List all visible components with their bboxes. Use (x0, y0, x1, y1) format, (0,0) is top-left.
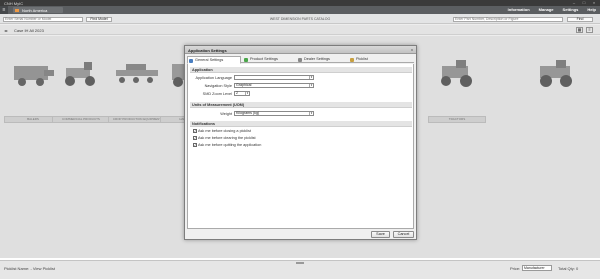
general-settings-panel: Application Application Language ▾ Navig… (187, 64, 414, 229)
menu-help[interactable]: Help (587, 7, 596, 12)
chevron-down-icon: ▾ (309, 111, 313, 115)
tab-picklist[interactable]: Picklist (349, 56, 383, 63)
catalog-title: WEST DIMENSION PARTS CATALOG (269, 17, 331, 21)
gear-icon (189, 58, 193, 63)
language-select[interactable]: ▾ (234, 75, 314, 80)
minimize-icon[interactable]: – (570, 0, 578, 5)
price-select[interactable]: Manufacturer (522, 265, 552, 271)
navstyle-label: Navigation Style (204, 84, 232, 88)
top-navbar: ≡ North America Information Manage Setti… (0, 6, 600, 14)
dialog-titlebar: Application Settings x (185, 46, 416, 54)
find-part-button[interactable]: Find (567, 16, 593, 22)
save-button[interactable]: Save (371, 231, 390, 238)
maximize-icon[interactable]: □ (580, 0, 588, 5)
top-menu: Information Manage Settings Help (508, 7, 596, 12)
search-bar: Enter Serial Number or Model Find Model … (0, 14, 600, 24)
checkbox-label: Ask me before quitting the application (198, 143, 262, 147)
checkbox-checked-icon[interactable]: ✓ (193, 129, 197, 133)
dialog-close-icon[interactable]: x (411, 47, 413, 52)
region-label: North America (22, 7, 48, 13)
weight-label: Weight (220, 112, 232, 116)
notify-quit-app-checkbox[interactable]: ✓Ask me before quitting the application (193, 143, 261, 147)
flag-icon (15, 8, 19, 12)
settings-tabs: General Settings Product Settings Dealer… (187, 56, 414, 64)
tab-label: General Settings (195, 58, 224, 62)
home-icon[interactable]: ≡ (0, 6, 8, 14)
picklist-icon (350, 57, 354, 62)
application-settings-dialog: Application Settings x General Settings … (184, 45, 417, 240)
section-units: Units of Measurement (UOM) (190, 102, 412, 108)
notify-close-picklist-checkbox[interactable]: ✓Ask me before closing a picklist (193, 129, 251, 133)
product-icon (244, 57, 248, 62)
tab-general-settings[interactable]: General Settings (187, 56, 241, 64)
chevron-down-icon: ▾ (309, 83, 313, 87)
checkbox-label: Ask me before closing a picklist (198, 129, 251, 133)
checkbox-checked-icon[interactable]: ✓ (193, 143, 197, 147)
total-qty: Total Qty: 0 (558, 266, 579, 271)
tab-label: Product Settings (250, 57, 278, 61)
checkbox-checked-icon[interactable]: ✓ (193, 136, 197, 140)
resize-grip-icon[interactable] (296, 262, 304, 264)
part-search-input[interactable]: Enter Part Number, Description or Figure (453, 16, 563, 22)
region-selector[interactable]: North America (13, 7, 63, 13)
zoom-value: 2 (236, 91, 238, 95)
status-bar: Picklist Name: - View Picklist Price: Ma… (0, 260, 600, 279)
menu-settings[interactable]: Settings (563, 7, 579, 12)
navstyle-value: Graphical (236, 83, 252, 87)
tab-label: Picklist (356, 57, 368, 61)
zoom-label: SMD Zoom Level (202, 92, 232, 96)
checkbox-label: Ask me before clearing the picklist (198, 136, 256, 140)
cancel-button[interactable]: Cancel (393, 231, 414, 238)
dealer-icon (298, 57, 302, 62)
weight-select[interactable]: Kilograms (kg) ▾ (234, 111, 314, 116)
zoom-select[interactable]: 2 ▾ (234, 91, 250, 96)
tab-dealer-settings[interactable]: Dealer Settings (297, 56, 347, 63)
serial-search-input[interactable]: Enter Serial Number or Model (3, 16, 83, 22)
picklist-status[interactable]: Picklist Name: - View Picklist (4, 266, 55, 271)
find-model-button[interactable]: Find Model (86, 16, 112, 22)
menu-information[interactable]: Information (508, 7, 530, 12)
app-title: CNH MyIC (4, 0, 24, 6)
price-label: Price: (510, 266, 521, 271)
dialog-title: Application Settings (188, 47, 227, 53)
navstyle-select[interactable]: Graphical ▾ (234, 83, 314, 88)
section-notifications: Notifications (190, 121, 412, 127)
tab-label: Dealer Settings (304, 57, 330, 61)
chevron-down-icon: ▾ (309, 75, 313, 79)
tab-product-settings[interactable]: Product Settings (243, 56, 295, 63)
menu-manage[interactable]: Manage (539, 7, 554, 12)
section-application: Application (190, 67, 412, 73)
language-label: Application Language (195, 76, 232, 80)
close-icon[interactable]: × (590, 0, 598, 5)
weight-value: Kilograms (kg) (236, 111, 260, 115)
chevron-down-icon: ▾ (245, 91, 249, 95)
notify-clear-picklist-checkbox[interactable]: ✓Ask me before clearing the picklist (193, 136, 256, 140)
